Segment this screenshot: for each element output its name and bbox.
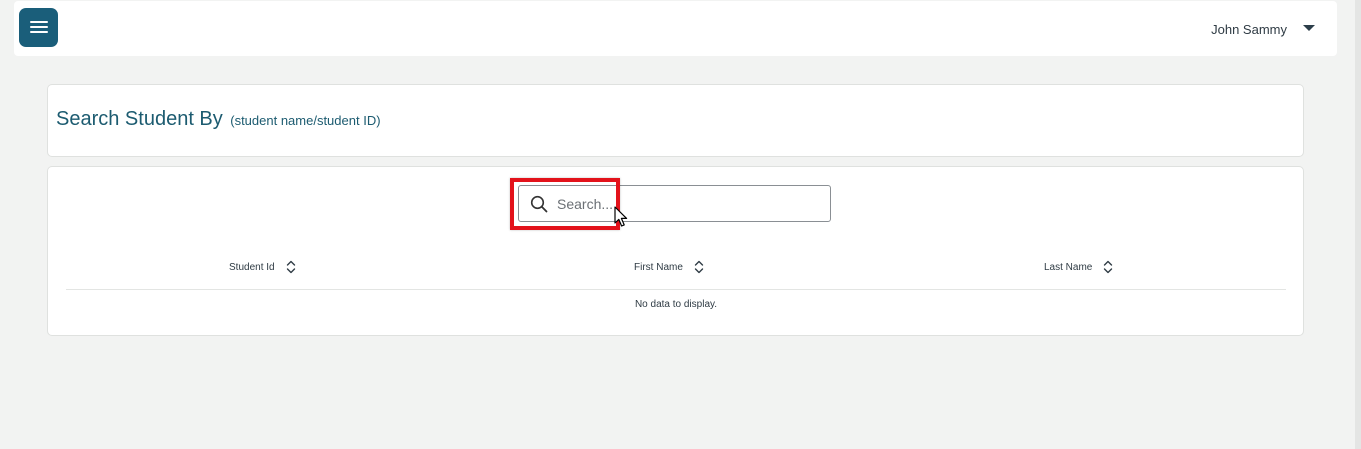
user-menu[interactable]: John Sammy bbox=[1211, 17, 1315, 41]
column-label: Student Id bbox=[229, 261, 275, 273]
column-header-student-id[interactable]: Student Id bbox=[229, 254, 296, 280]
sort-icon[interactable] bbox=[694, 260, 704, 274]
user-name: John Sammy bbox=[1211, 21, 1287, 37]
search-box[interactable] bbox=[518, 185, 831, 222]
search-input[interactable] bbox=[557, 191, 817, 217]
column-header-last-name[interactable]: Last Name bbox=[1044, 254, 1113, 280]
title-card: Search Student By (student name/student … bbox=[47, 84, 1304, 157]
table-header: Student Id First Name Last Name bbox=[66, 254, 1286, 290]
search-icon bbox=[530, 195, 548, 213]
column-label: Last Name bbox=[1044, 261, 1093, 273]
students-table: Student Id First Name Last Name No data … bbox=[66, 254, 1286, 310]
top-header-bar: John Sammy bbox=[14, 1, 1337, 56]
search-results-card: Student Id First Name Last Name bbox=[47, 166, 1304, 336]
menu-button[interactable] bbox=[19, 8, 58, 47]
page-title-wrap: Search Student By (student name/student … bbox=[56, 108, 381, 131]
column-label: First Name bbox=[634, 261, 683, 273]
empty-table-message: No data to display. bbox=[634, 299, 718, 310]
column-header-first-name[interactable]: First Name bbox=[634, 254, 704, 280]
hamburger-menu-icon bbox=[30, 21, 48, 23]
scrollbar-track[interactable] bbox=[1355, 0, 1361, 449]
page-subtitle: (student name/student ID) bbox=[230, 113, 381, 128]
sort-icon[interactable] bbox=[1103, 260, 1113, 274]
app-viewport: John Sammy Search Student By (student na… bbox=[0, 0, 1355, 449]
caret-down-icon[interactable] bbox=[1303, 25, 1315, 31]
page-title: Search Student By bbox=[56, 108, 223, 130]
sort-icon[interactable] bbox=[286, 260, 296, 274]
